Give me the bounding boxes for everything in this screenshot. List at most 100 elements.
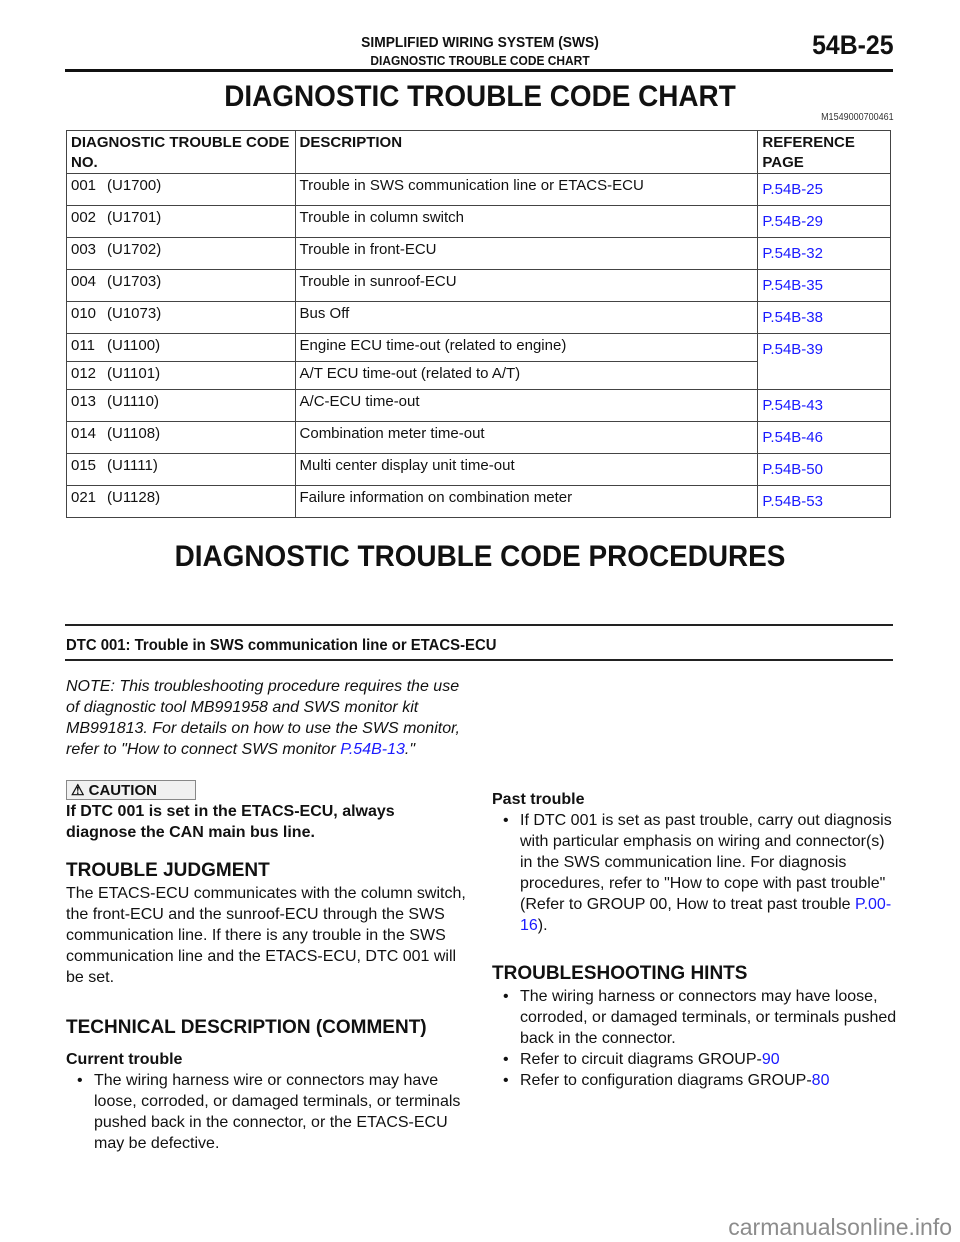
troubleshooting-hints-heading: TROUBLESHOOTING HINTS bbox=[492, 963, 748, 984]
dtc-code: (U1701) bbox=[107, 209, 162, 226]
right-column: Past trouble If DTC 001 is set as past t… bbox=[492, 789, 897, 1091]
dtc-code: (U1073) bbox=[107, 305, 162, 322]
dtc-code-cell: 021 (U1128) bbox=[66, 485, 296, 518]
dtc-table: DIAGNOSTIC TROUBLE CODE NO. DESCRIPTION … bbox=[66, 130, 891, 518]
description-cell: Multi center display unit time-out bbox=[294, 453, 759, 486]
dtc-code-cell: 004 (U1703) bbox=[66, 269, 296, 302]
caution-label-text: CAUTION bbox=[88, 782, 157, 799]
dtc-code: (U1700) bbox=[107, 177, 162, 194]
table-row: 011 (U1100) Engine ECU time-out (related t… bbox=[66, 333, 891, 390]
dtc-code: (U1703) bbox=[107, 273, 162, 290]
dtc-number: 001 bbox=[71, 177, 97, 194]
watermark: carmanualsonline.info bbox=[728, 1214, 952, 1240]
reference-page-link[interactable]: P.54B-25 bbox=[757, 173, 891, 206]
description-cell: Engine ECU time-out (related to engine) bbox=[294, 333, 759, 362]
dtc-title-bottom-rule bbox=[65, 659, 893, 661]
description-cell: A/C-ECU time-out bbox=[294, 389, 759, 422]
reference-page-link[interactable]: P.54B-50 bbox=[757, 453, 891, 486]
dtc-code-cell: 011 (U1100) bbox=[66, 333, 296, 362]
dtc-code-cell: 003 (U1702) bbox=[66, 237, 296, 270]
dtc-code-cell: 002 (U1701) bbox=[66, 205, 296, 238]
note: NOTE: This troubleshooting procedure req… bbox=[66, 676, 466, 760]
reference-page-link[interactable]: P.54B-43 bbox=[757, 389, 891, 422]
dtc-code: (U1128) bbox=[107, 489, 161, 506]
list-item: Refer to circuit diagrams GROUP-90 bbox=[503, 1049, 897, 1070]
dtc-number: 015 bbox=[71, 457, 97, 474]
dtc-number: 004 bbox=[71, 273, 97, 290]
dtc-code-cell: 013 (U1110) bbox=[66, 389, 296, 422]
list-item: The wiring harness or connectors may hav… bbox=[503, 986, 897, 1049]
table-row: 015 (U1111) Multi center display unit time… bbox=[66, 453, 891, 486]
hint-text: Refer to circuit diagrams GROUP- bbox=[520, 1051, 762, 1068]
dtc-title-top-rule bbox=[65, 624, 893, 626]
warning-triangle-icon: ⚠ bbox=[71, 782, 85, 799]
dtc-number: 002 bbox=[71, 209, 97, 226]
dtc-code-cell: 015 (U1111) bbox=[66, 453, 296, 486]
table-row: 010 (U1073) Bus Off P.54B-38 bbox=[66, 301, 891, 334]
table-row: 013 (U1110) A/C-ECU time-out P.54B-43 bbox=[66, 389, 891, 422]
dtc-code: (U1111) bbox=[107, 457, 158, 474]
dtc-number: 010 bbox=[71, 305, 97, 322]
dtc-number: 013 bbox=[71, 393, 97, 410]
column-header-code: DIAGNOSTIC TROUBLE CODE NO. bbox=[66, 130, 296, 174]
past-trouble-suffix: ). bbox=[537, 917, 548, 934]
list-item: Refer to configuration diagrams GROUP-80 bbox=[503, 1070, 897, 1091]
reference-page-link[interactable]: P.54B-38 bbox=[757, 301, 891, 334]
dtc-code-cell: 001 (U1700) bbox=[66, 173, 296, 206]
dtc-number: 012 bbox=[71, 365, 97, 382]
procedures-heading: DIAGNOSTIC TROUBLE CODE PROCEDURES bbox=[174, 540, 786, 573]
dtc-code: (U1110) bbox=[107, 393, 159, 410]
table-row: 004 (U1703) Trouble in sunroof-ECU P.54B-35 bbox=[66, 269, 891, 302]
reference-page-link[interactable]: P.54B-29 bbox=[757, 205, 891, 238]
note-link[interactable]: P.54B-13 bbox=[340, 741, 405, 758]
table-row: 002 (U1701) Trouble in column switch P.54B-… bbox=[66, 205, 891, 238]
reference-page-link[interactable]: P.54B-53 bbox=[757, 485, 891, 518]
description-cell: A/T ECU time-out (related to A/T) bbox=[294, 361, 759, 390]
dtc-code: (U1108) bbox=[107, 425, 161, 442]
dtc-code-cell: 014 (U1108) bbox=[66, 421, 296, 454]
description-cell: Trouble in column switch bbox=[294, 205, 759, 238]
list-item: The wiring harness wire or connectors ma… bbox=[77, 1070, 466, 1154]
technical-description-heading: TECHNICAL DESCRIPTION (COMMENT) bbox=[66, 1017, 427, 1038]
reference-page-link[interactable]: P.54B-32 bbox=[757, 237, 891, 270]
reference-page-link[interactable]: P.54B-35 bbox=[757, 269, 891, 302]
column-header-reference: REFERENCE PAGE bbox=[757, 130, 891, 174]
dtc-title: DTC 001: Trouble in SWS communication li… bbox=[66, 637, 497, 654]
dtc-code: (U1100) bbox=[107, 337, 161, 354]
caution-label: ⚠ CAUTION bbox=[66, 780, 196, 800]
chart-heading: DIAGNOSTIC TROUBLE CODE CHART bbox=[224, 80, 736, 113]
current-trouble-label: Current trouble bbox=[66, 1051, 183, 1068]
circuit-diagrams-link[interactable]: 90 bbox=[762, 1051, 780, 1068]
reference-page-link[interactable]: P.54B-39 bbox=[757, 333, 891, 390]
column-header-description: DESCRIPTION bbox=[294, 130, 759, 174]
table-row: 001 (U1700) Trouble in SWS communication l… bbox=[66, 173, 891, 206]
trouble-judgment-heading: TROUBLE JUDGMENT bbox=[66, 860, 270, 881]
description-cell: Bus Off bbox=[294, 301, 759, 334]
dtc-code-cell: 012 (U1101) bbox=[66, 361, 296, 390]
past-trouble-text: If DTC 001 is set as past trouble, carry… bbox=[520, 812, 892, 913]
table-row: 003 (U1702) Trouble in front-ECU P.54B-32 bbox=[66, 237, 891, 270]
reference-page-link[interactable]: P.54B-46 bbox=[757, 421, 891, 454]
table-row: 021 (U1128) Failure information on combina… bbox=[66, 485, 891, 518]
current-trouble-list: The wiring harness wire or connectors ma… bbox=[66, 1070, 466, 1154]
troubleshooting-hints-list: The wiring harness or connectors may hav… bbox=[492, 986, 897, 1091]
description-cell: Failure information on combination meter bbox=[294, 485, 759, 518]
note-suffix: ." bbox=[404, 741, 416, 758]
header-divider bbox=[65, 69, 893, 72]
dtc-number: 021 bbox=[71, 489, 97, 506]
subsection-title: DIAGNOSTIC TROUBLE CODE CHART bbox=[370, 53, 590, 68]
description-cell: Trouble in front-ECU bbox=[294, 237, 759, 270]
hint-text: Refer to configuration diagrams GROUP- bbox=[520, 1072, 812, 1089]
configuration-diagrams-link[interactable]: 80 bbox=[812, 1072, 830, 1089]
dtc-number: 011 bbox=[71, 337, 95, 354]
table-row: 014 (U1108) Combination meter time-out P.54… bbox=[66, 421, 891, 454]
document-id: M1549000700461 bbox=[821, 112, 894, 123]
past-trouble-label: Past trouble bbox=[492, 791, 585, 808]
list-item: If DTC 001 is set as past trouble, carry… bbox=[503, 810, 897, 936]
dtc-number: 003 bbox=[71, 241, 97, 258]
description-cell: Combination meter time-out bbox=[294, 421, 759, 454]
past-trouble-list: If DTC 001 is set as past trouble, carry… bbox=[492, 810, 897, 936]
dtc-code-cell: 010 (U1073) bbox=[66, 301, 296, 334]
section-title: SIMPLIFIED WIRING SYSTEM (SWS) bbox=[361, 34, 599, 51]
trouble-judgment-text: The ETACS-ECU communicates with the colu… bbox=[66, 885, 466, 986]
